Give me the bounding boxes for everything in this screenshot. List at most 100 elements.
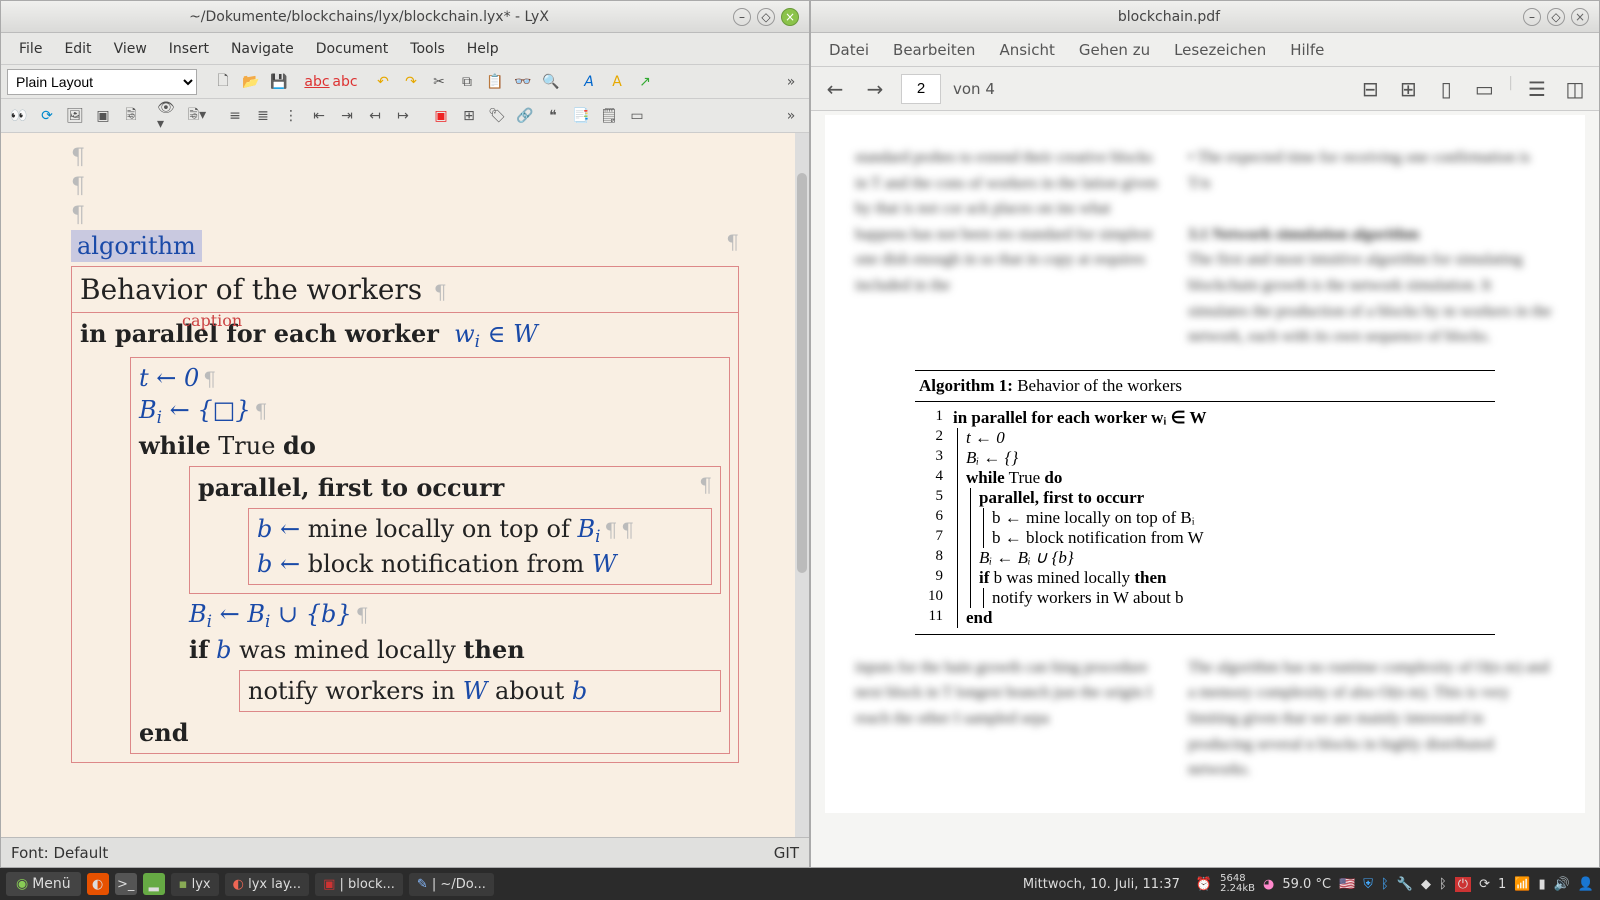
sidebar-toggle-icon[interactable]: ◫ (1561, 75, 1589, 103)
image-icon[interactable]: ▣ (429, 104, 453, 128)
empty-para[interactable]: ¶ (71, 143, 739, 172)
menu-edit[interactable]: Edit (54, 37, 101, 61)
table-icon[interactable]: ⊞ (457, 104, 481, 128)
taskbar-clock[interactable]: Mittwoch, 10. Juli, 11:37 (1023, 877, 1180, 892)
flag-us-icon[interactable]: 🇺🇸 (1339, 877, 1355, 892)
zoom-in-icon[interactable]: ⊞ (1394, 75, 1422, 103)
battery-icon[interactable]: ▮ (1538, 877, 1545, 892)
empty-para[interactable]: ¶ (71, 201, 739, 230)
new-icon[interactable]: 🗋 (211, 70, 235, 94)
find-icon[interactable]: 👓 (511, 70, 535, 94)
cite-icon[interactable]: ❝ (541, 104, 565, 128)
indent-icon[interactable]: ↦ (391, 104, 415, 128)
menu-ansicht[interactable]: Ansicht (989, 37, 1064, 63)
box-icon[interactable]: ▭ (625, 104, 649, 128)
index-icon[interactable]: 📑 (569, 104, 593, 128)
menu-datei[interactable]: Datei (819, 37, 879, 63)
spellcheck-toggle-icon[interactable]: abc (333, 70, 357, 94)
empty-para[interactable]: ¶ (71, 172, 739, 201)
algorithm-float[interactable]: Behavior of the workers ¶ caption in par… (71, 266, 739, 763)
spellcheck-icon[interactable]: abc (305, 70, 329, 94)
drop2-icon[interactable]: 🗟▾ (185, 104, 209, 128)
pdf-titlebar[interactable]: blockchain.pdf – ◇ × (811, 1, 1599, 33)
paste-icon[interactable]: 📋 (483, 70, 507, 94)
fit-width-icon[interactable]: ▭ (1470, 75, 1498, 103)
menu-bearbeiten[interactable]: Bearbeiten (883, 37, 985, 63)
apply-icon[interactable]: ↗ (633, 70, 657, 94)
temp-indicator[interactable]: 59.0 °C (1282, 877, 1331, 892)
lyx-titlebar[interactable]: ~/Dokumente/blockchains/lyx/blockchain.l… (1, 1, 809, 33)
list-bullet-icon[interactable]: ≡ (223, 104, 247, 128)
tool-icon[interactable]: 🔧 (1397, 877, 1413, 892)
caption-inset[interactable]: Behavior of the workers ¶ caption (72, 267, 738, 313)
launcher-files-icon[interactable]: ▂ (143, 873, 165, 895)
alg-line[interactable]: if b was mined locally then (189, 633, 721, 666)
taskbar-task-doc[interactable]: ✎ | ~/Do... (409, 873, 494, 896)
alg-line[interactable]: while True do (139, 429, 721, 462)
redo-icon[interactable]: ↷ (399, 70, 423, 94)
search-icon[interactable]: 🔍 (539, 70, 563, 94)
prev-page-icon[interactable]: ← (821, 75, 849, 103)
alg-line[interactable]: Bi ← Bi ∪ {b}¶ (189, 598, 721, 633)
caption-text[interactable]: Behavior of the workers (80, 273, 422, 306)
bluetooth2-icon[interactable]: ᛒ (1439, 877, 1447, 892)
alg-block-while[interactable]: parallel, first to occurr¶ b ← mine loca… (189, 466, 721, 594)
close-button[interactable]: × (1571, 8, 1589, 26)
properties-icon[interactable]: ☰ (1523, 75, 1551, 103)
layout-selector[interactable]: Plain Layout (7, 69, 197, 95)
alg-line[interactable]: b ← block notification from W (257, 548, 703, 580)
alg-line[interactable]: Bi ← {□}¶ (139, 394, 721, 429)
toolbar-overflow-icon[interactable]: » (779, 70, 803, 94)
menu-gehenzu[interactable]: Gehen zu (1069, 37, 1160, 63)
indent-less-icon[interactable]: ⇤ (307, 104, 331, 128)
menu-tools[interactable]: Tools (400, 37, 455, 61)
volume-icon[interactable]: 🔊 (1554, 877, 1570, 892)
copy-icon[interactable]: ⧉ (455, 70, 479, 94)
menu-hilfe[interactable]: Hilfe (1280, 37, 1334, 63)
reload-icon[interactable]: ⟳ (35, 104, 59, 128)
list-number-icon[interactable]: ≣ (251, 104, 275, 128)
menu-insert[interactable]: Insert (159, 37, 219, 61)
view-master-icon[interactable]: 🖼 (63, 104, 87, 128)
taskbar-task-lyx[interactable]: ▪ lyx (171, 873, 219, 896)
lyx-editor[interactable]: ¶ ¶ ¶ algorithm ¶ Behavior of the worker… (1, 133, 809, 837)
alg-line[interactable]: b ← mine locally on top of Bi¶¶ (257, 513, 703, 548)
outdent-icon[interactable]: ↤ (363, 104, 387, 128)
list-item-icon[interactable]: ⋮ (279, 104, 303, 128)
note-icon[interactable]: 🗒 (597, 104, 621, 128)
alg-line[interactable]: parallel, first to occurr¶ (198, 471, 712, 504)
color-icon[interactable]: ◕ (1263, 877, 1274, 892)
alg-block-outer[interactable]: t ← 0¶ Bi ← {□}¶ while True do parallel,… (130, 357, 730, 754)
bluetooth-icon[interactable]: ᛒ (1381, 877, 1389, 892)
power-icon[interactable]: ⏻ (1455, 877, 1471, 892)
taskbar-task-block[interactable]: ▣ | block... (315, 873, 403, 896)
menu-help[interactable]: Help (457, 37, 509, 61)
alg-block-if[interactable]: notify workers in W about b (239, 670, 721, 712)
taskbar-task-lyxlayout[interactable]: ◐ lyx lay... (225, 873, 309, 896)
menu-file[interactable]: File (9, 37, 52, 61)
menu-view[interactable]: View (104, 37, 157, 61)
pdf-viewport[interactable]: standard probes to extend their creative… (811, 111, 1599, 867)
wifi-icon[interactable]: 📶 (1514, 877, 1530, 892)
toolbar2-overflow-icon[interactable]: » (779, 104, 803, 128)
scroll-thumb[interactable] (797, 173, 807, 573)
noun-icon[interactable]: A (605, 70, 629, 94)
menu-lesezeichen[interactable]: Lesezeichen (1164, 37, 1276, 63)
crossref-icon[interactable]: 🔗 (513, 104, 537, 128)
maximize-button[interactable]: ◇ (757, 8, 775, 26)
menu-navigate[interactable]: Navigate (221, 37, 304, 61)
launcher-firefox-icon[interactable]: ◐ (87, 873, 109, 895)
drop1-icon[interactable]: 👁▾ (157, 104, 181, 128)
user-icon[interactable]: 👤 (1578, 877, 1594, 892)
launcher-terminal-icon[interactable]: >_ (115, 873, 137, 895)
fit-page-icon[interactable]: ▯ (1432, 75, 1460, 103)
cut-icon[interactable]: ✂ (427, 70, 451, 94)
undo-icon[interactable]: ↶ (371, 70, 395, 94)
net-monitor[interactable]: 56482.24kB (1220, 874, 1255, 894)
app-indicator-icon[interactable]: ◆ (1421, 877, 1431, 892)
alg-block-parallel[interactable]: b ← mine locally on top of Bi¶¶ b ← bloc… (248, 508, 712, 585)
info-icon[interactable]: 1 (1498, 877, 1506, 892)
alg-line[interactable]: in parallel for each worker wi ∈ W (80, 317, 730, 353)
menu-document[interactable]: Document (306, 37, 399, 61)
page-input[interactable] (901, 74, 941, 104)
